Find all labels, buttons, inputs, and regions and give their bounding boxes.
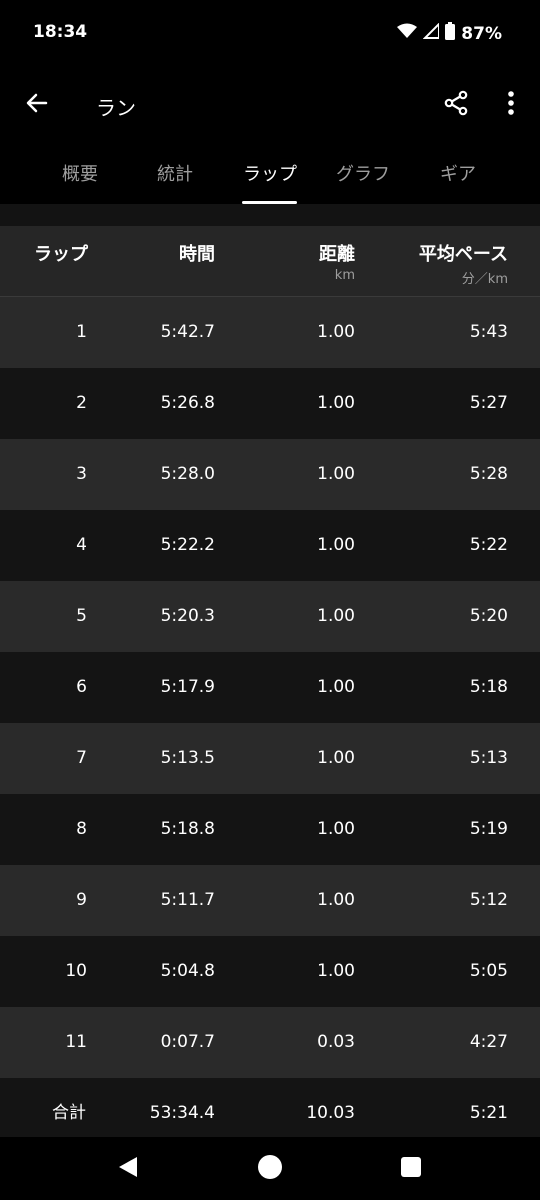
lap-time: 5:13.5 xyxy=(160,748,215,768)
page-title: ラン xyxy=(96,96,136,120)
lap-number: 1 xyxy=(76,322,87,342)
lap-pace: 5:22 xyxy=(469,535,508,555)
signal-icon xyxy=(422,21,441,44)
lap-number: 9 xyxy=(76,890,87,910)
battery-icon xyxy=(445,22,456,45)
status-icons: 87% xyxy=(397,21,502,45)
lap-distance: 1.00 xyxy=(317,961,355,981)
app-bar: ラン xyxy=(0,68,540,142)
lap-number: 6 xyxy=(76,677,87,697)
lap-distance: 0.03 xyxy=(317,1032,355,1052)
lap-distance: 1.00 xyxy=(317,606,355,626)
lap-distance: 1.00 xyxy=(317,890,355,910)
divider xyxy=(0,204,540,226)
header-distance: 距離 xyxy=(319,244,355,265)
back-button[interactable] xyxy=(18,86,56,124)
table-row: 5 5:20.3 1.00 5:20 xyxy=(0,581,540,652)
lap-time: 5:22.2 xyxy=(160,535,215,555)
lap-time: 5:26.8 xyxy=(160,393,215,413)
battery-percent: 87% xyxy=(461,23,502,44)
nav-home-icon xyxy=(257,1154,283,1184)
lap-time: 0:07.7 xyxy=(160,1032,215,1052)
status-time: 18:34 xyxy=(33,22,88,42)
system-nav-bar xyxy=(0,1137,540,1200)
header-distance-unit: km xyxy=(334,268,355,283)
lap-number: 11 xyxy=(65,1032,87,1052)
lap-distance: 1.00 xyxy=(317,819,355,839)
lap-distance: 1.00 xyxy=(317,535,355,555)
header-lap: ラップ xyxy=(34,244,88,265)
lap-pace: 4:27 xyxy=(469,1032,508,1052)
header-pace: 平均ペース xyxy=(418,244,508,265)
table-row: 9 5:11.7 1.00 5:12 xyxy=(0,865,540,936)
header-pace-unit: 分／km xyxy=(461,272,508,287)
lap-pace: 5:19 xyxy=(469,819,508,839)
share-icon xyxy=(443,90,469,120)
tab-gear[interactable]: ギア xyxy=(418,142,498,204)
table-row: 4 5:22.2 1.00 5:22 xyxy=(0,510,540,581)
table-row: 2 5:26.8 1.00 5:27 xyxy=(0,368,540,439)
table-row: 6 5:17.9 1.00 5:18 xyxy=(0,652,540,723)
table-header: ラップ 時間 距離 km 平均ペース 分／km xyxy=(0,226,540,297)
lap-time: 5:28.0 xyxy=(160,464,215,484)
lap-time: 5:04.8 xyxy=(160,961,215,981)
lap-distance: 1.00 xyxy=(317,464,355,484)
lap-time: 5:17.9 xyxy=(160,677,215,697)
more-options-button[interactable] xyxy=(492,86,530,124)
table-row: 7 5:13.5 1.00 5:13 xyxy=(0,723,540,794)
tab-graph[interactable]: グラフ xyxy=(323,142,403,204)
back-arrow-icon xyxy=(25,91,49,119)
lap-number: 2 xyxy=(76,393,87,413)
lap-number: 10 xyxy=(65,961,87,981)
lap-pace: 5:43 xyxy=(469,322,508,342)
table-row: 1 5:42.7 1.00 5:43 xyxy=(0,297,540,368)
nav-recents-button[interactable] xyxy=(395,1153,427,1185)
lap-number: 3 xyxy=(76,464,87,484)
nav-back-icon xyxy=(117,1155,139,1183)
share-button[interactable] xyxy=(437,86,475,124)
nav-back-button[interactable] xyxy=(112,1153,144,1185)
lap-distance: 1.00 xyxy=(317,393,355,413)
table-row: 8 5:18.8 1.00 5:19 xyxy=(0,794,540,865)
nav-recents-icon xyxy=(400,1156,422,1182)
lap-time: 5:18.8 xyxy=(160,819,215,839)
lap-pace: 5:28 xyxy=(469,464,508,484)
lap-time: 5:20.3 xyxy=(160,606,215,626)
tab-stats[interactable]: 統計 xyxy=(135,142,215,204)
lap-number: 8 xyxy=(76,819,87,839)
wifi-icon xyxy=(397,23,418,44)
table-row: 3 5:28.0 1.00 5:28 xyxy=(0,439,540,510)
lap-pace: 5:18 xyxy=(469,677,508,697)
lap-distance: 1.00 xyxy=(317,677,355,697)
nav-home-button[interactable] xyxy=(254,1153,286,1185)
table-row: 11 0:07.7 0.03 4:27 xyxy=(0,1007,540,1078)
lap-pace: 5:12 xyxy=(469,890,508,910)
lap-distance: 1.00 xyxy=(317,748,355,768)
tab-laps[interactable]: ラップ xyxy=(230,142,310,204)
tab-bar: 概要 統計 ラップ グラフ ギア xyxy=(0,142,540,204)
lap-time: 5:11.7 xyxy=(160,890,215,910)
lap-pace: 5:27 xyxy=(469,393,508,413)
lap-time: 5:42.7 xyxy=(160,322,215,342)
lap-pace: 5:20 xyxy=(469,606,508,626)
lap-number: 5 xyxy=(76,606,87,626)
status-bar: 18:34 87% xyxy=(0,0,540,68)
more-vert-icon xyxy=(507,90,515,120)
header-time: 時間 xyxy=(179,244,215,265)
lap-number: 7 xyxy=(76,748,87,768)
tab-overview[interactable]: 概要 xyxy=(40,142,120,204)
lap-pace: 5:05 xyxy=(469,961,508,981)
table-row: 10 5:04.8 1.00 5:05 xyxy=(0,936,540,1007)
lap-distance: 1.00 xyxy=(317,322,355,342)
lap-pace: 5:13 xyxy=(469,748,508,768)
lap-table: 1 5:42.7 1.00 5:43 2 5:26.8 1.00 5:27 3 … xyxy=(0,297,540,1149)
lap-number: 4 xyxy=(76,535,87,555)
